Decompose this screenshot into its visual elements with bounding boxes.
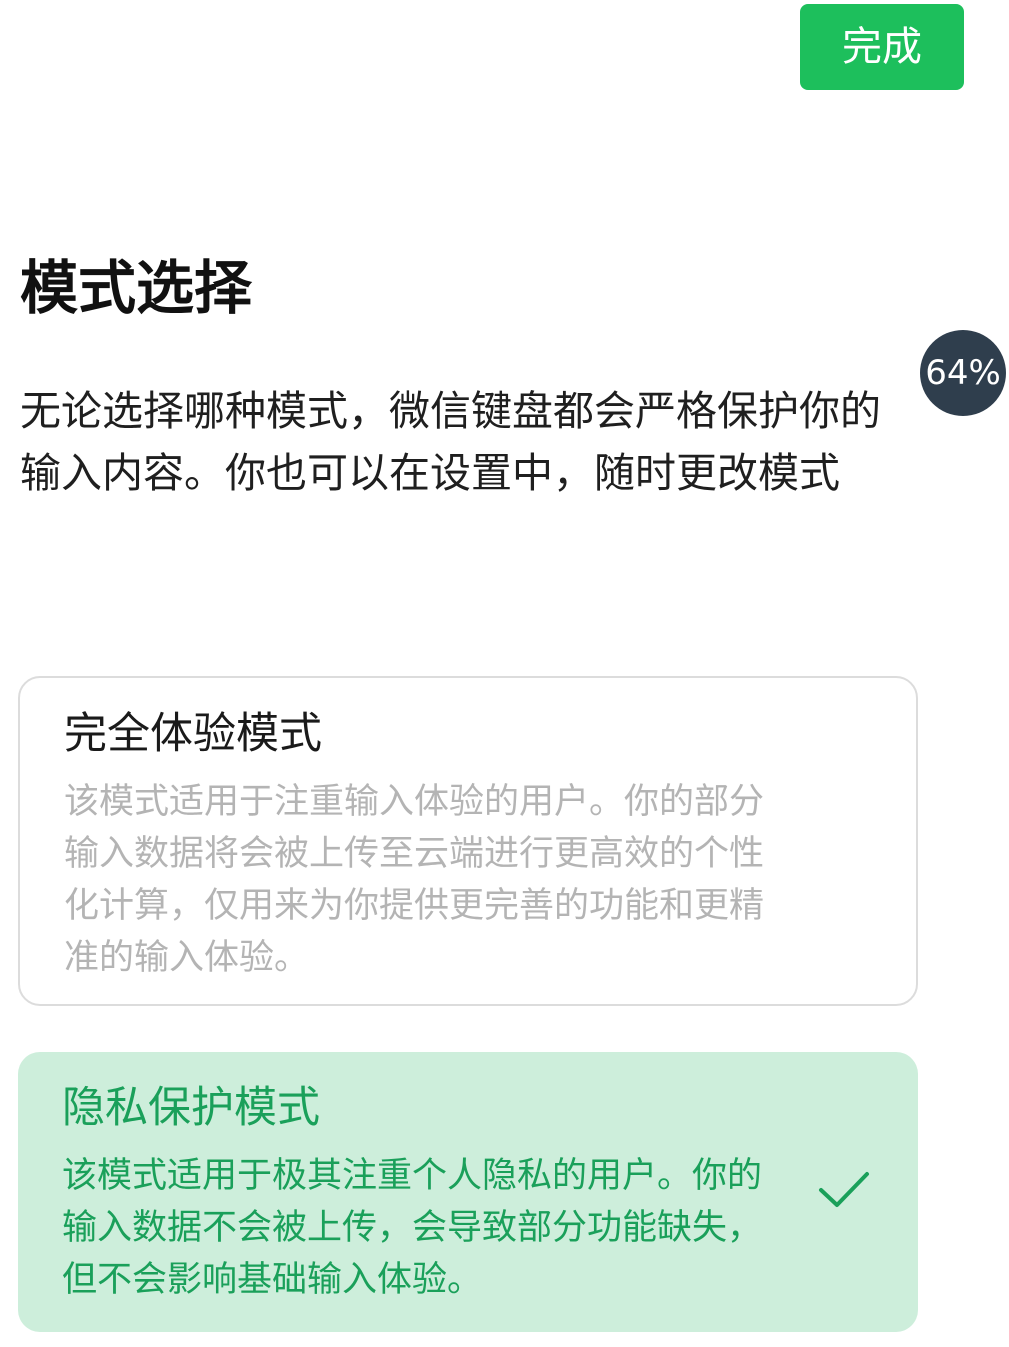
mode-title: 隐私保护模式 bbox=[62, 1083, 320, 1133]
mode-description: 该模式适用于注重输入体验的用户。你的部分输入数据将会被上传至云端进行更高效的个性… bbox=[64, 782, 765, 978]
progress-badge: 64% bbox=[920, 330, 1006, 416]
mode-description: 该模式适用于极其注重个人隐私的用户。你的输入数据不会被上传，会导致部分功能缺失，… bbox=[62, 1156, 763, 1300]
mode-card-privacy-protection[interactable]: 隐私保护模式 该模式适用于极其注重个人隐私的用户。你的输入数据不会被上传，会导致… bbox=[18, 1052, 918, 1332]
page-title: 模式选择 bbox=[20, 254, 253, 322]
page-description: 无论选择哪种模式，微信键盘都会严格保护你的输入内容。你也可以在设置中，随时更改模… bbox=[20, 387, 881, 497]
done-button[interactable]: 完成 bbox=[800, 4, 964, 90]
checkmark-icon bbox=[819, 1172, 869, 1207]
mode-card-full-experience[interactable]: 完全体验模式 该模式适用于注重输入体验的用户。你的部分输入数据将会被上传至云端进… bbox=[18, 676, 918, 1006]
mode-title: 完全体验模式 bbox=[64, 709, 322, 759]
